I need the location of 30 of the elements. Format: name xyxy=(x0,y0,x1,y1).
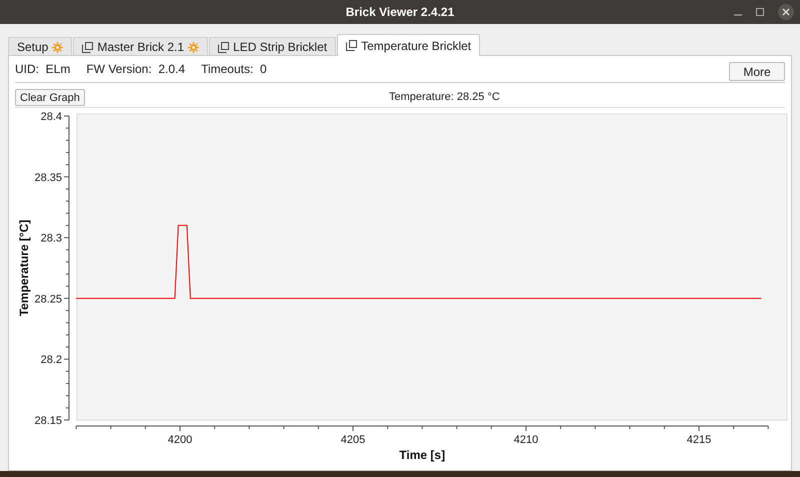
window-icon xyxy=(218,42,230,52)
clear-graph-button[interactable]: Clear Graph xyxy=(15,88,85,106)
y-tick-label: 28.3 xyxy=(40,232,62,245)
temperature-reading: Temperature: 28.25 °C xyxy=(389,90,500,105)
x-tick-label: 4205 xyxy=(340,434,366,446)
x-tick-label: 4210 xyxy=(514,434,538,446)
y-tick-label: 28.2 xyxy=(40,354,62,366)
tab[interactable]: Temperature Bricklet xyxy=(337,34,480,56)
window-icon xyxy=(346,40,358,51)
y-tick-label: 28.25 xyxy=(34,293,62,306)
more-button[interactable]: More xyxy=(729,62,785,81)
info-field: UID: ELm xyxy=(15,60,70,78)
close-icon[interactable] xyxy=(778,4,794,20)
gear-icon xyxy=(52,42,64,52)
y-tick-label: 28.35 xyxy=(34,172,62,184)
y-axis-title: Temperature [°C] xyxy=(17,220,31,316)
window-icon xyxy=(82,42,94,52)
tab[interactable]: Master Brick 2.1 xyxy=(73,37,208,56)
x-axis-title: Time [s] xyxy=(399,448,446,462)
maximize-icon[interactable] xyxy=(756,8,764,16)
tab[interactable]: LED Strip Bricklet xyxy=(209,37,336,56)
gear-icon xyxy=(188,42,200,52)
x-tick-label: 4200 xyxy=(168,434,192,446)
info-field: FW Version: 2.0.4 xyxy=(86,60,186,78)
tab[interactable]: Setup xyxy=(8,37,72,56)
x-tick-label: 4215 xyxy=(686,434,712,446)
info-field: Timeouts: 0 xyxy=(201,60,267,78)
window-title: Brick Viewer 2.4.21 xyxy=(346,4,454,21)
y-tick-label: 28.4 xyxy=(40,111,62,123)
y-tick-label: 28.15 xyxy=(34,415,62,427)
